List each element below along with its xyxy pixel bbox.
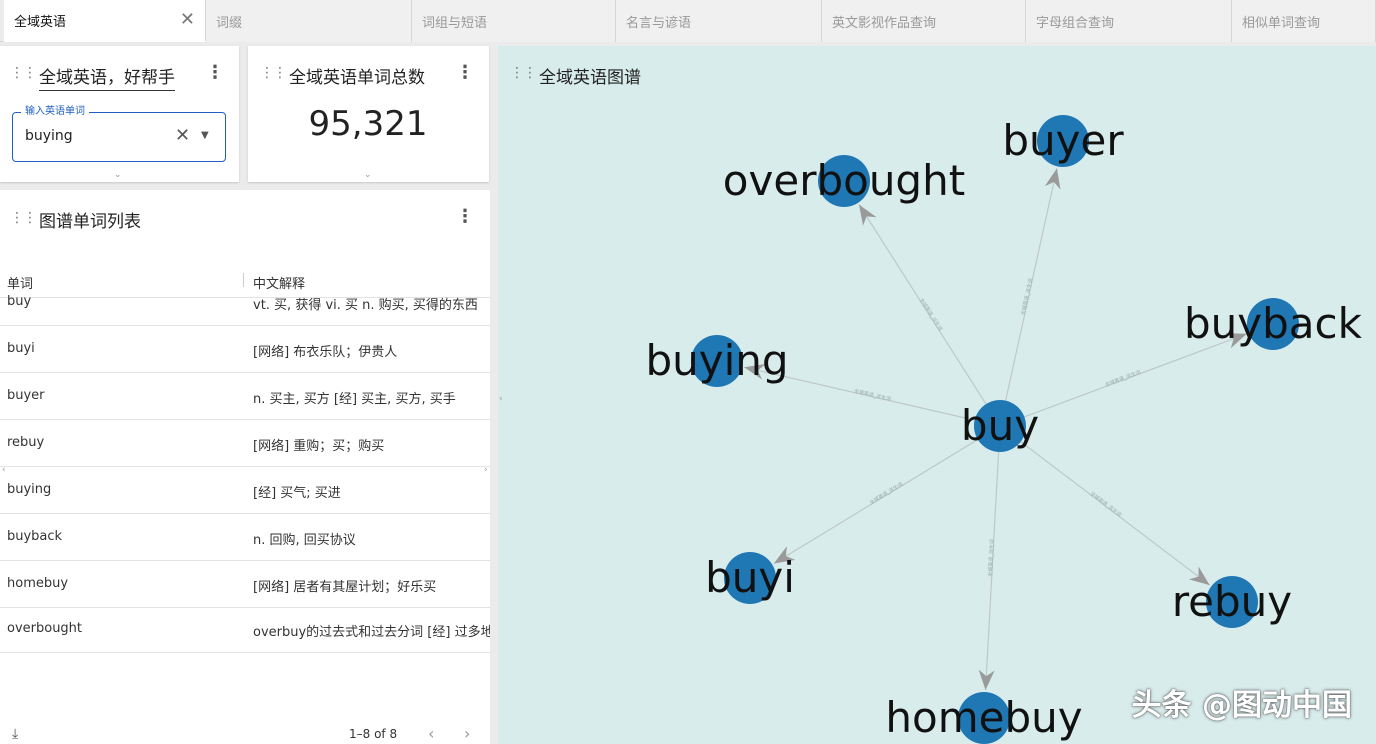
table-row[interactable]: buyi [网络] 布衣乐队；伊贵人	[0, 326, 490, 373]
word-cell: buyback	[7, 529, 63, 544]
graph-node-label: rebuy	[1172, 577, 1292, 626]
word-search-input[interactable]: buying	[25, 128, 73, 144]
word-cell: overbought	[7, 621, 83, 636]
edge-label: 全域英语_派生词	[987, 539, 996, 577]
panel-title: 图谱单词列表	[39, 212, 141, 232]
tab-label: 相似单词查询	[1242, 15, 1321, 31]
edge-label: 全域英语_派生词	[868, 481, 904, 506]
graph-node-label: overbought	[723, 156, 965, 205]
arrowhead-icon	[859, 204, 877, 226]
next-page-button[interactable]: ›	[464, 724, 470, 743]
word-cell: rebuy	[7, 435, 45, 450]
word-cell: buyer	[7, 388, 45, 403]
tab-label: 字母组合查询	[1036, 15, 1115, 31]
more-options-icon[interactable]: ⋮	[456, 64, 474, 82]
drag-handle-icon[interactable]: ⋮⋮	[10, 211, 37, 225]
graph-node-label: buying	[645, 336, 788, 385]
tab-bar: 全域英语 ✕ 词缀 词组与短语 名言与谚语 英文影视作品查询 字母组合查询 相似…	[0, 0, 1376, 42]
meaning-cell: vt. 买, 获得 vi. 买 n. 购买, 买得的东西	[253, 298, 478, 313]
meaning-cell: overbuy的过去式和过去分词 [经] 过多地买	[253, 625, 490, 640]
meaning-cell: n. 买主, 买方 [经] 买主, 买方, 买手	[253, 392, 456, 407]
tab-movies[interactable]: 英文影视作品查询	[822, 0, 1026, 42]
panel-title: 全域英语，好帮手	[39, 63, 175, 91]
graph-node-label: buyi	[705, 553, 795, 602]
edge-label: 全域英语_派生词	[1020, 278, 1035, 316]
meaning-cell: [网络] 居者有其屋计划；好乐买	[253, 580, 437, 595]
word-list-panel: ⋮⋮ 图谱单词列表 ⋮ 单词 中文解释 buy vt. 买, 获得 vi. 买 …	[0, 190, 490, 744]
word-cell: homebuy	[7, 576, 69, 591]
word-count-panel: ⋮⋮ 全域英语单词总数 ⋮ 95,321 ⌄	[248, 46, 489, 182]
watermark: 头条 @图动中国	[1131, 688, 1352, 723]
more-options-icon[interactable]: ⋮	[456, 208, 474, 226]
tab-label: 词缀	[216, 15, 243, 31]
tab-quanyu-english[interactable]: 全域英语 ✕	[4, 0, 206, 42]
word-graph-panel[interactable]: ⋮⋮ 全域英语图谱 全域英语_派生词 全域英语_派生词 全域英语_派生词 全域英语_派…	[498, 46, 1376, 744]
tab-phrases[interactable]: 词组与短语	[412, 0, 616, 42]
scroll-right-icon[interactable]: ›	[484, 465, 488, 475]
graph-node-label: buyer	[1002, 116, 1124, 165]
table-row[interactable]: overbought overbuy的过去式和过去分词 [经] 过多地买	[0, 606, 490, 653]
graph-canvas[interactable]: 全域英语_派生词 全域英语_派生词全域英语_派生词全域英语_派生词全域英语_派生词…	[498, 46, 1376, 744]
graph-node-label: buy	[961, 401, 1039, 450]
drag-handle-icon[interactable]: ⋮⋮	[260, 66, 287, 80]
word-cell: buyi	[7, 341, 35, 356]
meaning-cell: [经] 买气; 买进	[253, 486, 341, 501]
graph-node-label: buyback	[1184, 299, 1363, 348]
edge-label: 全域英语_派生词	[1104, 369, 1142, 389]
tab-label: 英文影视作品查询	[832, 15, 937, 31]
previous-page-button[interactable]: ‹	[428, 724, 434, 743]
panel-title: 全域英语单词总数	[289, 68, 425, 88]
meaning-cell: [网络] 布衣乐队；伊贵人	[253, 345, 398, 360]
graph-node-label: homebuy	[885, 693, 1082, 742]
tab-affix[interactable]: 词缀	[206, 0, 412, 42]
tab-similar-words[interactable]: 相似单词查询	[1232, 0, 1376, 42]
word-count-value: 95,321	[308, 104, 428, 144]
more-options-icon[interactable]: ⋮	[206, 64, 224, 82]
word-cell: buying	[7, 482, 52, 497]
clear-icon[interactable]: ✕	[175, 125, 190, 146]
table-row[interactable]: buy vt. 买, 获得 vi. 买 n. 购买, 买得的东西	[0, 279, 490, 326]
resize-handle-icon[interactable]: ⌄	[364, 170, 372, 180]
table-row[interactable]: buyback n. 回购, 回买协议	[0, 514, 490, 561]
meaning-cell: [网络] 重购；买；购买	[253, 439, 385, 454]
table-row[interactable]: buyer n. 买主, 买方 [经] 买主, 买方, 买手	[0, 373, 490, 420]
tab-letter-combo[interactable]: 字母组合查询	[1026, 0, 1232, 42]
table-row[interactable]: buying [经] 买气; 买进	[0, 467, 490, 514]
search-panel: ⋮⋮ 全域英语，好帮手 ⋮ 输入英语单词 buying ✕ ▼ ⌄	[0, 46, 239, 182]
input-label: 输入英语单词	[21, 105, 89, 119]
collapse-handle-icon[interactable]: ‹	[499, 394, 503, 404]
pagination-label: 1–8 of 8	[349, 727, 398, 741]
word-search-combobox[interactable]: 输入英语单词 buying ✕ ▼	[12, 105, 226, 162]
drag-handle-icon[interactable]: ⋮⋮	[10, 66, 37, 80]
edge-label: 全域英语_派生词	[853, 388, 891, 403]
edge-label: 全域英语_派生词	[918, 297, 944, 332]
chevron-down-icon[interactable]: ▼	[201, 130, 209, 141]
edge-label: 全域英语_派生词	[1089, 490, 1123, 518]
close-icon[interactable]: ✕	[180, 11, 195, 29]
tab-label: 全域英语	[14, 14, 67, 30]
scroll-left-icon[interactable]: ‹	[2, 465, 6, 475]
table-row[interactable]: homebuy [网络] 居者有其屋计划；好乐买	[0, 561, 490, 608]
resize-handle-icon[interactable]: ⌄	[114, 170, 122, 180]
table-row[interactable]: rebuy [网络] 重购；买；购买	[0, 420, 490, 467]
tab-label: 词组与短语	[422, 15, 488, 31]
tab-quotes[interactable]: 名言与谚语	[616, 0, 822, 42]
word-cell: buy	[7, 294, 32, 309]
meaning-cell: n. 回购, 回买协议	[253, 533, 356, 548]
download-icon[interactable]: ⤓	[12, 726, 18, 742]
tab-label: 名言与谚语	[626, 15, 692, 31]
